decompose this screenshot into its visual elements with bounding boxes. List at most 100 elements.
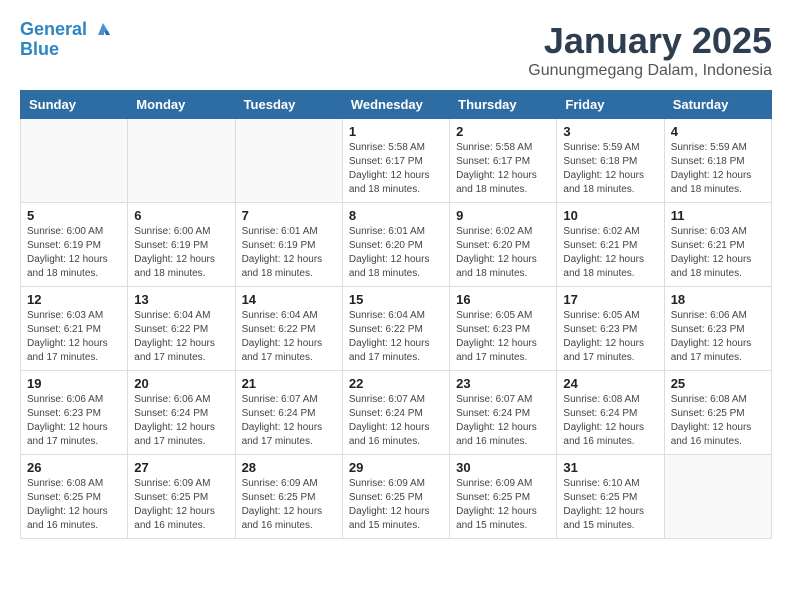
day-cell: 13 Sunrise: 6:04 AM Sunset: 6:22 PM Dayli… [128, 287, 235, 371]
day-info: Sunrise: 6:01 AM Sunset: 6:20 PM Dayligh… [349, 225, 443, 281]
weekday-header-row: SundayMondayTuesdayWednesdayThursdayFrid… [21, 91, 772, 119]
day-info: Sunrise: 6:09 AM Sunset: 6:25 PM Dayligh… [456, 477, 550, 533]
weekday-header-monday: Monday [128, 91, 235, 119]
day-info: Sunrise: 6:08 AM Sunset: 6:24 PM Dayligh… [563, 393, 657, 449]
day-info: Sunrise: 6:02 AM Sunset: 6:21 PM Dayligh… [563, 225, 657, 281]
day-cell: 27 Sunrise: 6:09 AM Sunset: 6:25 PM Dayli… [128, 455, 235, 539]
calendar-table: SundayMondayTuesdayWednesdayThursdayFrid… [20, 90, 772, 539]
weekday-header-friday: Friday [557, 91, 664, 119]
day-number: 12 [27, 292, 121, 307]
day-number: 31 [563, 460, 657, 475]
week-row-5: 26 Sunrise: 6:08 AM Sunset: 6:25 PM Dayli… [21, 455, 772, 539]
day-number: 21 [242, 376, 336, 391]
day-number: 30 [456, 460, 550, 475]
day-info: Sunrise: 5:59 AM Sunset: 6:18 PM Dayligh… [671, 141, 765, 197]
day-cell: 24 Sunrise: 6:08 AM Sunset: 6:24 PM Dayli… [557, 371, 664, 455]
day-info: Sunrise: 6:10 AM Sunset: 6:25 PM Dayligh… [563, 477, 657, 533]
day-info: Sunrise: 6:09 AM Sunset: 6:25 PM Dayligh… [242, 477, 336, 533]
day-info: Sunrise: 6:08 AM Sunset: 6:25 PM Dayligh… [27, 477, 121, 533]
day-number: 15 [349, 292, 443, 307]
day-cell: 22 Sunrise: 6:07 AM Sunset: 6:24 PM Dayli… [342, 371, 449, 455]
day-info: Sunrise: 6:00 AM Sunset: 6:19 PM Dayligh… [134, 225, 228, 281]
day-cell: 11Sunrise: 6:03 AM Sunset: 6:21 PM Dayli… [664, 203, 771, 287]
day-cell: 31 Sunrise: 6:10 AM Sunset: 6:25 PM Dayli… [557, 455, 664, 539]
day-cell: 16 Sunrise: 6:05 AM Sunset: 6:23 PM Dayli… [450, 287, 557, 371]
day-number: 10 [563, 208, 657, 223]
day-number: 29 [349, 460, 443, 475]
weekday-header-saturday: Saturday [664, 91, 771, 119]
day-cell: 29 Sunrise: 6:09 AM Sunset: 6:25 PM Dayli… [342, 455, 449, 539]
day-number: 3 [563, 124, 657, 139]
day-number: 28 [242, 460, 336, 475]
day-number: 5 [27, 208, 121, 223]
logo-text: General [20, 20, 112, 40]
day-info: Sunrise: 6:02 AM Sunset: 6:20 PM Dayligh… [456, 225, 550, 281]
day-info: Sunrise: 6:08 AM Sunset: 6:25 PM Dayligh… [671, 393, 765, 449]
day-number: 4 [671, 124, 765, 139]
day-number: 7 [242, 208, 336, 223]
day-cell: 15 Sunrise: 6:04 AM Sunset: 6:22 PM Dayli… [342, 287, 449, 371]
day-cell: 14Sunrise: 6:04 AM Sunset: 6:22 PM Dayli… [235, 287, 342, 371]
day-number: 26 [27, 460, 121, 475]
day-number: 1 [349, 124, 443, 139]
day-info: Sunrise: 6:03 AM Sunset: 6:21 PM Dayligh… [671, 225, 765, 281]
day-cell: 6 Sunrise: 6:00 AM Sunset: 6:19 PM Daylig… [128, 203, 235, 287]
day-info: Sunrise: 6:04 AM Sunset: 6:22 PM Dayligh… [242, 309, 336, 365]
day-info: Sunrise: 6:00 AM Sunset: 6:19 PM Dayligh… [27, 225, 121, 281]
day-info: Sunrise: 6:05 AM Sunset: 6:23 PM Dayligh… [563, 309, 657, 365]
day-number: 2 [456, 124, 550, 139]
week-row-2: 5 Sunrise: 6:00 AM Sunset: 6:19 PM Daylig… [21, 203, 772, 287]
day-cell: 28 Sunrise: 6:09 AM Sunset: 6:25 PM Dayli… [235, 455, 342, 539]
day-cell: 17 Sunrise: 6:05 AM Sunset: 6:23 PM Dayli… [557, 287, 664, 371]
day-number: 24 [563, 376, 657, 391]
day-number: 17 [563, 292, 657, 307]
day-info: Sunrise: 5:59 AM Sunset: 6:18 PM Dayligh… [563, 141, 657, 197]
day-number: 13 [134, 292, 228, 307]
day-info: Sunrise: 6:03 AM Sunset: 6:21 PM Dayligh… [27, 309, 121, 365]
day-info: Sunrise: 6:09 AM Sunset: 6:25 PM Dayligh… [134, 477, 228, 533]
day-cell: 30 Sunrise: 6:09 AM Sunset: 6:25 PM Dayli… [450, 455, 557, 539]
day-cell: 1Sunrise: 5:58 AM Sunset: 6:17 PM Daylig… [342, 119, 449, 203]
day-number: 25 [671, 376, 765, 391]
day-info: Sunrise: 6:04 AM Sunset: 6:22 PM Dayligh… [349, 309, 443, 365]
weekday-header-tuesday: Tuesday [235, 91, 342, 119]
day-info: Sunrise: 6:05 AM Sunset: 6:23 PM Dayligh… [456, 309, 550, 365]
day-cell: 10 Sunrise: 6:02 AM Sunset: 6:21 PM Dayli… [557, 203, 664, 287]
weekday-header-wednesday: Wednesday [342, 91, 449, 119]
day-cell: 3 Sunrise: 5:59 AM Sunset: 6:18 PM Daylig… [557, 119, 664, 203]
day-info: Sunrise: 6:07 AM Sunset: 6:24 PM Dayligh… [456, 393, 550, 449]
day-number: 16 [456, 292, 550, 307]
day-number: 20 [134, 376, 228, 391]
day-info: Sunrise: 6:07 AM Sunset: 6:24 PM Dayligh… [242, 393, 336, 449]
calendar-title: January 2025 [528, 20, 772, 62]
day-number: 6 [134, 208, 228, 223]
day-cell [128, 119, 235, 203]
title-section: January 2025 Gunungmegang Dalam, Indones… [528, 20, 772, 80]
day-cell: 8 Sunrise: 6:01 AM Sunset: 6:20 PM Daylig… [342, 203, 449, 287]
day-info: Sunrise: 6:04 AM Sunset: 6:22 PM Dayligh… [134, 309, 228, 365]
weekday-header-thursday: Thursday [450, 91, 557, 119]
day-cell: 26 Sunrise: 6:08 AM Sunset: 6:25 PM Dayli… [21, 455, 128, 539]
day-cell: 18Sunrise: 6:06 AM Sunset: 6:23 PM Dayli… [664, 287, 771, 371]
day-cell: 19 Sunrise: 6:06 AM Sunset: 6:23 PM Dayli… [21, 371, 128, 455]
day-info: Sunrise: 5:58 AM Sunset: 6:17 PM Dayligh… [456, 141, 550, 197]
logo: General Blue [20, 20, 112, 60]
day-cell: 25 Sunrise: 6:08 AM Sunset: 6:25 PM Dayli… [664, 371, 771, 455]
day-info: Sunrise: 6:06 AM Sunset: 6:23 PM Dayligh… [671, 309, 765, 365]
day-number: 22 [349, 376, 443, 391]
day-number: 23 [456, 376, 550, 391]
calendar-subtitle: Gunungmegang Dalam, Indonesia [528, 62, 772, 80]
day-info: Sunrise: 6:09 AM Sunset: 6:25 PM Dayligh… [349, 477, 443, 533]
day-info: Sunrise: 6:06 AM Sunset: 6:23 PM Dayligh… [27, 393, 121, 449]
day-number: 8 [349, 208, 443, 223]
day-cell [235, 119, 342, 203]
day-cell: 23 Sunrise: 6:07 AM Sunset: 6:24 PM Dayli… [450, 371, 557, 455]
week-row-1: 1 Sunrise: 5:58 AM Sunset: 6:17 PM Daylig… [21, 119, 772, 203]
week-row-4: 19 Sunrise: 6:06 AM Sunset: 6:23 PM Dayli… [21, 371, 772, 455]
day-cell [21, 119, 128, 203]
day-cell: 20Sunrise: 6:06 AM Sunset: 6:24 PM Dayli… [128, 371, 235, 455]
day-number: 19 [27, 376, 121, 391]
week-row-3: 12 Sunrise: 6:03 AM Sunset: 6:21 PM Dayli… [21, 287, 772, 371]
day-info: Sunrise: 6:07 AM Sunset: 6:24 PM Dayligh… [349, 393, 443, 449]
day-number: 27 [134, 460, 228, 475]
